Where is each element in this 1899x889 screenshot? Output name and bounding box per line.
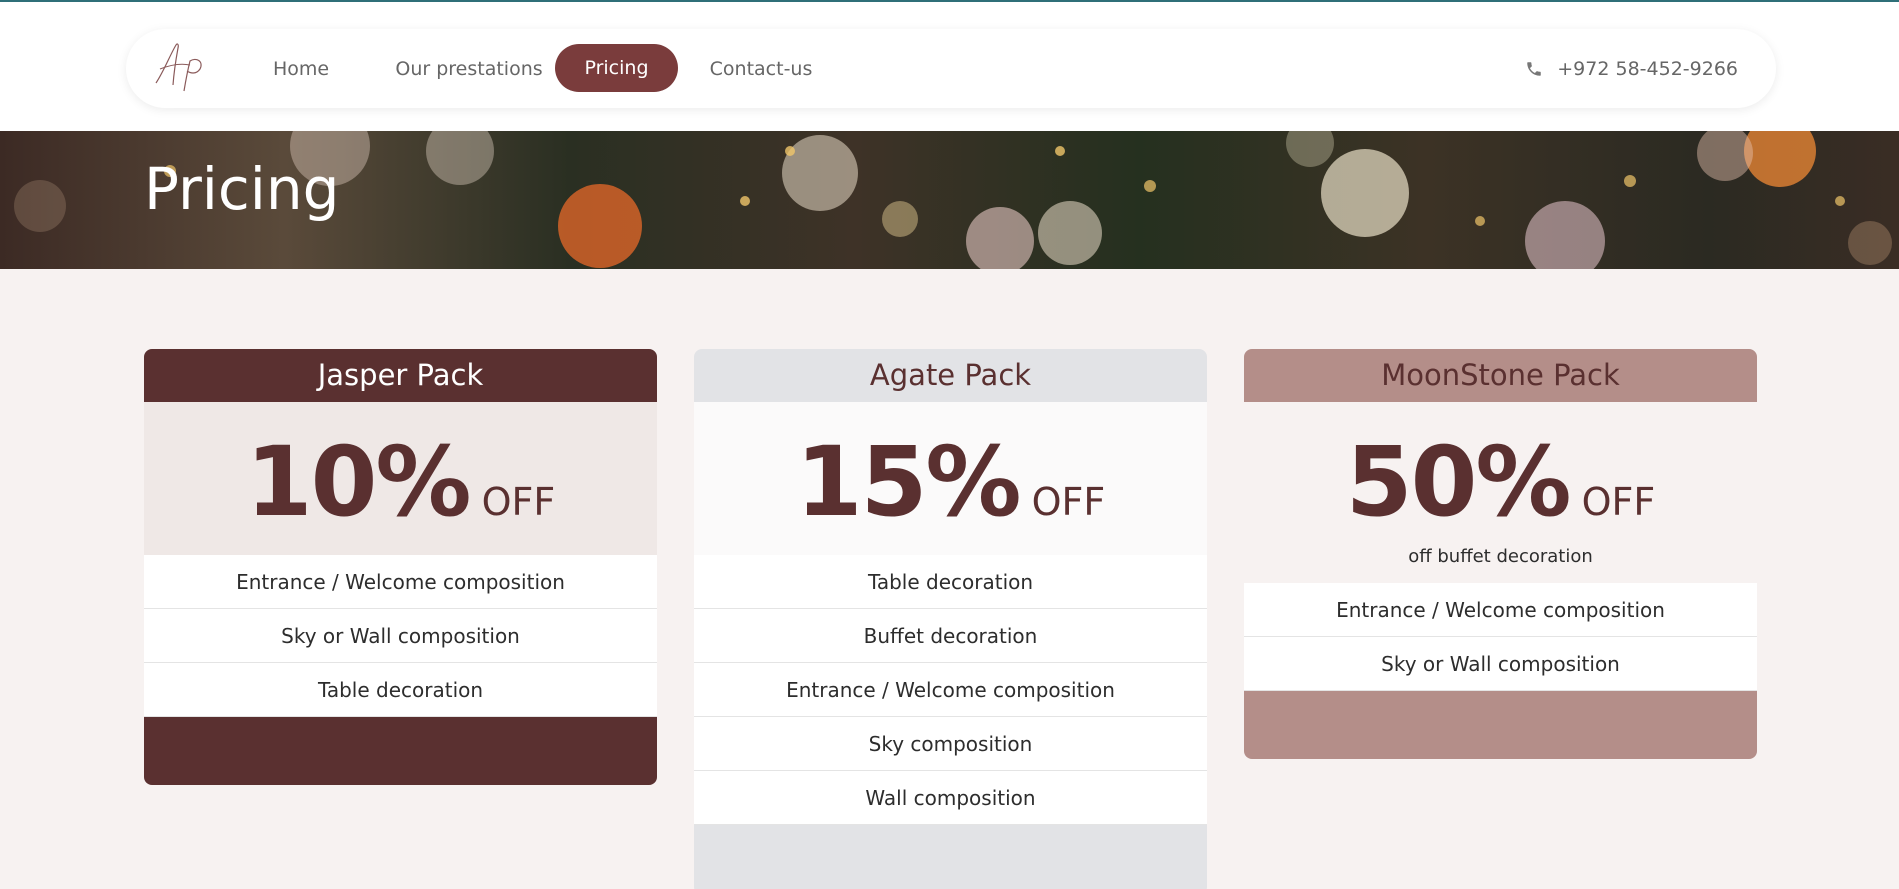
- discount-percent: 15%: [795, 426, 1022, 538]
- discount-percent: 10%: [245, 426, 472, 538]
- discount-off-label: OFF: [1031, 480, 1106, 524]
- discount-note: off buffet decoration: [1408, 546, 1593, 567]
- nav-home[interactable]: Home: [254, 49, 348, 89]
- discount-off-label: OFF: [1581, 480, 1656, 524]
- list-item: Sky composition: [694, 717, 1207, 771]
- list-item: Sky or Wall composition: [144, 609, 657, 663]
- list-item: Entrance / Welcome composition: [1244, 583, 1757, 637]
- list-item: Wall composition: [694, 771, 1207, 825]
- card-title: Agate Pack: [694, 349, 1207, 402]
- phone-icon: [1527, 62, 1542, 76]
- card-title: MoonStone Pack: [1244, 349, 1757, 402]
- discount-block: 50% OFF off buffet decoration: [1244, 402, 1757, 583]
- nav-contact-us[interactable]: Contact-us: [702, 49, 820, 89]
- nav-our-prestations[interactable]: Our prestations: [374, 49, 564, 89]
- card-footer: [694, 825, 1207, 889]
- discount-off-label: OFF: [481, 480, 556, 524]
- pricing-card-moonstone: MoonStone Pack 50% OFF off buffet decorat…: [1244, 349, 1757, 759]
- pricing-card-jasper: Jasper Pack 10% OFF Entrance / Welcome co…: [144, 349, 657, 785]
- card-title: Jasper Pack: [144, 349, 657, 402]
- list-item: Table decoration: [144, 663, 657, 717]
- logo[interactable]: [146, 35, 212, 101]
- list-item: Buffet decoration: [694, 609, 1207, 663]
- header: Home Our prestations Pricing Contact-us …: [0, 2, 1899, 131]
- discount-block: 10% OFF: [144, 402, 657, 555]
- list-item: Sky or Wall composition: [1244, 637, 1757, 691]
- card-footer: [1244, 691, 1757, 759]
- hero-banner: Pricing: [0, 131, 1899, 269]
- navbar: Home Our prestations Pricing Contact-us …: [126, 29, 1776, 108]
- page-title: Pricing: [144, 155, 340, 223]
- logo-script-icon: [155, 43, 202, 92]
- nav-pricing[interactable]: Pricing: [555, 44, 678, 92]
- discount-block: 15% OFF: [694, 402, 1207, 555]
- discount-percent: 50%: [1345, 426, 1572, 538]
- pricing-card-agate: Agate Pack 15% OFF Table decoration Buffe…: [694, 349, 1207, 889]
- list-item: Table decoration: [694, 555, 1207, 609]
- phone-number: +972 58-452-9266: [1557, 58, 1738, 80]
- list-item: Entrance / Welcome composition: [694, 663, 1207, 717]
- phone-contact[interactable]: +972 58-452-9266: [1525, 49, 1738, 89]
- card-footer: [144, 717, 657, 785]
- list-item: Entrance / Welcome composition: [144, 555, 657, 609]
